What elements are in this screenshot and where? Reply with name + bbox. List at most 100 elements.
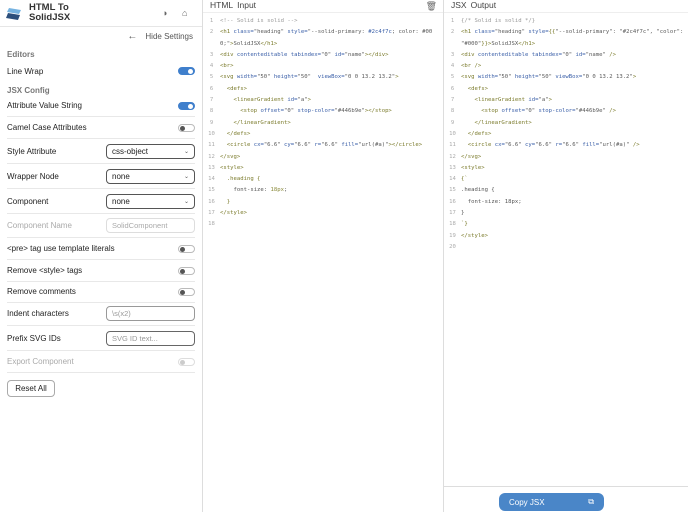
- line-text: [220, 219, 443, 230]
- line-text: `}: [461, 219, 688, 230]
- code-token: height=: [273, 74, 298, 81]
- html-editor[interactable]: 1 <!-- Solid is solid --> 2 <h1 class="head…: [203, 13, 443, 231]
- hide-settings-button[interactable]: ← Hide Settings: [127, 31, 193, 42]
- code-line: 8 <stop offset="0" stop-color="#446b9e" …: [444, 106, 688, 117]
- code-token: <!-- Solid is solid -->: [220, 18, 298, 24]
- line-number: 17: [449, 210, 456, 217]
- code-token: ></div>: [364, 51, 389, 58]
- trash-icon[interactable]: 🗑: [426, 1, 437, 12]
- output-header: JSX Output: [444, 0, 688, 13]
- line-text: [461, 242, 688, 253]
- line-text: </linearGradient>: [220, 118, 443, 129]
- wrapper-node-row: Wrapper Node none ⌄: [7, 164, 195, 189]
- code-token: "url(#a)": [358, 142, 389, 149]
- code-token: }}>: [481, 40, 492, 47]
- code-line: 10 </defs>: [444, 129, 688, 140]
- code-token: "name": [344, 51, 365, 58]
- code-token: `}: [461, 221, 468, 228]
- line-text: <style>: [461, 163, 688, 174]
- chevron-down-icon: ⌄: [183, 173, 189, 180]
- line-text: <circle cx="6.6" cy="6.6" r="6.6" fill="…: [220, 140, 443, 151]
- code-token: fill=: [582, 142, 600, 149]
- remove-style-row: Remove <style> tags: [7, 260, 195, 282]
- code-token: <circle: [220, 142, 254, 149]
- code-line: 12 </svg>: [444, 152, 688, 163]
- code-line: 6 <defs>: [203, 84, 443, 95]
- line-text: font-size: 18px;: [461, 197, 688, 208]
- jsx-editor[interactable]: 1 {/* Solid is solid */} 2 <h1 class="headi…: [444, 13, 688, 253]
- settings-sidebar: HTML To SolidJSX ◑ ⌂ ← Hide Settings Edito…: [0, 0, 203, 512]
- line-number: 16: [449, 198, 456, 205]
- line-number: 5: [450, 74, 455, 81]
- remove-style-toggle[interactable]: [178, 266, 195, 275]
- code-token: cy=: [525, 142, 536, 149]
- code-token: <svg: [461, 74, 478, 81]
- prefix-svg-input[interactable]: SVG ID text...: [106, 330, 195, 346]
- code-token: <linearGradient: [220, 97, 288, 104]
- jsx-output-panel: JSX Output 1 {/* Solid is solid */} 2 <h1 cl…: [444, 0, 688, 512]
- solid-logo-icon: [6, 8, 21, 20]
- code-token: cx=: [494, 142, 505, 149]
- remove-comments-toggle[interactable]: [178, 287, 195, 296]
- export-component-row: Export Component: [7, 351, 195, 373]
- line-number: 13: [208, 164, 215, 171]
- code-token: "#446b9e": [334, 108, 365, 115]
- wrapper-node-select[interactable]: none ⌄: [106, 168, 195, 184]
- line-number: 15: [449, 187, 456, 194]
- line-text: <linearGradient id="a">: [461, 95, 688, 106]
- line-wrap-toggle[interactable]: [178, 67, 195, 75]
- code-token: }: [461, 210, 465, 217]
- line-number: 4: [209, 63, 214, 70]
- code-token: "heading": [253, 29, 288, 36]
- line-number: 6: [209, 85, 214, 92]
- code-token: class=: [233, 29, 254, 36]
- pre-tag-toggle[interactable]: [178, 244, 195, 253]
- code-line: 3 <div contenteditable tabindex="0" id="n…: [444, 50, 688, 61]
- code-token: <circle: [461, 142, 495, 149]
- line-number: 17: [208, 210, 215, 217]
- code-token: .heading {: [220, 176, 261, 183]
- line-number: 8: [209, 108, 214, 115]
- component-name-row: Component Name SolidComponent: [7, 214, 195, 238]
- line-number: 3: [209, 51, 214, 58]
- style-attribute-select[interactable]: css-object ⌄: [106, 143, 195, 159]
- code-token: <defs>: [220, 85, 247, 92]
- line-number: 1: [209, 18, 214, 24]
- line-text: <div contenteditable tabindex="0" id="na…: [461, 50, 688, 61]
- github-icon[interactable]: ⌂: [182, 8, 187, 18]
- code-token: class=: [474, 29, 495, 36]
- code-line: 1 <!-- Solid is solid -->: [203, 16, 443, 27]
- line-number: 8: [450, 108, 455, 115]
- line-text: </linearGradient>: [461, 118, 688, 129]
- code-line: 7 <linearGradient id="a">: [203, 95, 443, 106]
- code-token: "0 0 13.2 13.2": [344, 74, 396, 81]
- line-text: }: [220, 197, 443, 208]
- indent-input[interactable]: \s(x2): [106, 306, 195, 321]
- code-token: </defs>: [220, 130, 251, 137]
- code-token: "0": [525, 108, 539, 115]
- component-name-input[interactable]: SolidComponent: [106, 218, 195, 233]
- copy-jsx-button[interactable]: Copy JSX ⧉: [499, 493, 604, 511]
- code-token: >: [548, 97, 552, 104]
- code-token: viewBox=: [555, 74, 583, 81]
- app-title: HTML To SolidJSX: [29, 2, 71, 23]
- camel-case-toggle[interactable]: [178, 123, 195, 132]
- line-text: <br />: [461, 61, 688, 72]
- code-token: <style>: [220, 164, 244, 171]
- code-token: />: [609, 108, 616, 115]
- reset-all-button[interactable]: Reset All: [7, 380, 55, 397]
- code-token: style=: [287, 29, 308, 36]
- attribute-value-string-toggle[interactable]: [178, 101, 195, 110]
- line-text: <linearGradient id="a">: [220, 95, 443, 106]
- export-component-toggle[interactable]: [178, 357, 195, 366]
- jsx-config-heading: JSX Config: [7, 86, 50, 95]
- line-number: 14: [449, 176, 456, 183]
- code-line: 14 {`: [444, 174, 688, 185]
- contrast-icon[interactable]: ◑: [162, 8, 167, 18]
- code-token: {`: [461, 176, 468, 183]
- remove-comments-row: Remove comments: [7, 281, 195, 303]
- camel-case-row: Camel Case Attributes: [7, 117, 195, 139]
- code-line: 11 <circle cx="6.6" cy="6.6" r="6.6" fil…: [444, 140, 688, 151]
- component-select[interactable]: none ⌄: [106, 193, 195, 209]
- code-line: 9 </linearGradient>: [203, 118, 443, 129]
